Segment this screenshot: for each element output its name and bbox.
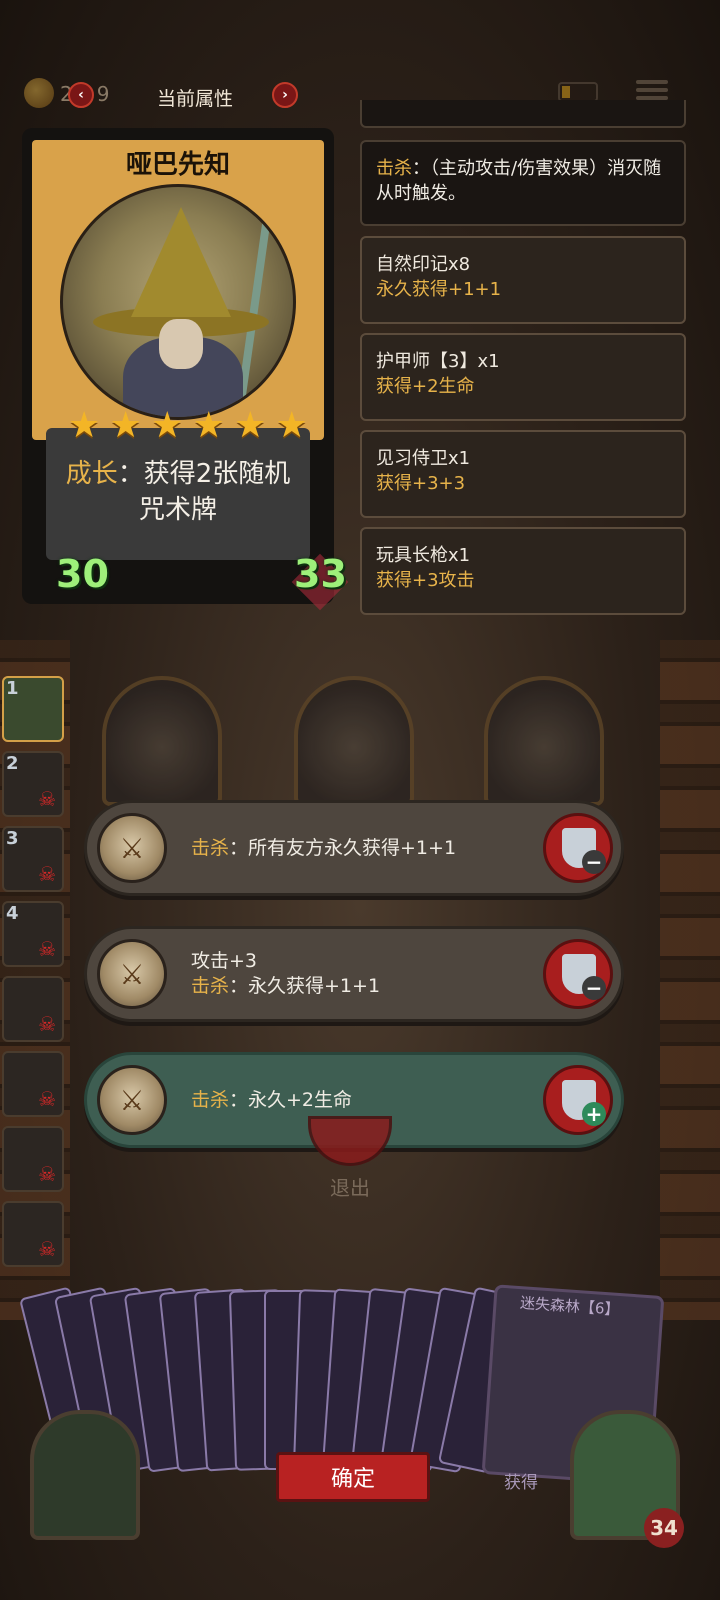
wizard-hat-icon [131,207,231,317]
weapon-icon: ⚔ [119,957,145,991]
board-slot-enemy [102,676,222,806]
keyword-tooltip: 击杀：（主动攻击/伤害效果）消灭随从时触发。 [360,140,686,226]
effect-value: 永久获得+1+1 [376,279,502,300]
effect-entry[interactable]: 玩具长枪x1 获得+3攻击 [360,527,686,615]
lineup-slot[interactable]: 3 ☠ [2,826,64,892]
star-icon: ★ [192,405,225,446]
lineup-slot[interactable]: ☠ [2,1126,64,1192]
weapon-icon: ⚔ [119,1083,145,1117]
weapon-icon: ⚔ [119,831,145,865]
skull-icon: ☠ [38,937,56,961]
buff-item-icon: ⚔ [97,939,167,1009]
buff-keyword: 击杀 [191,836,230,859]
star-rating: ★ ★ ★ ★ ★ ★ [68,408,308,444]
star-icon: ★ [68,405,101,446]
star-icon: ★ [275,405,308,446]
minus-icon: − [582,976,606,1000]
hero-health: 34 [644,1508,684,1548]
star-icon: ★ [234,405,267,446]
remove-shield-button[interactable]: − [543,813,613,883]
buff-effect: ：永久获得+1+1 [229,975,381,997]
lineup-number: 1 [6,678,19,699]
remove-shield-button[interactable]: − [543,939,613,1009]
lineup-slot[interactable]: ☠ [2,1051,64,1117]
lineup-number: 3 [6,828,19,849]
lineup-slot[interactable]: ☠ [2,976,64,1042]
featured-card-snippet: 获得 [504,1473,538,1493]
buff-row[interactable]: ⚔ 击杀：所有友方永久获得+1+1 − [84,800,624,896]
buff-keyword: 击杀 [191,975,230,997]
lineup-slot[interactable]: 4 ☠ [2,901,64,967]
effect-name: 护甲师【3】x1 [376,351,500,372]
effect-entry[interactable]: 见习侍卫x1 获得+3+3 [360,430,686,518]
lineup-number: 4 [6,903,19,924]
skull-icon: ☠ [38,1237,56,1261]
effect-entry[interactable]: 自然印记x8 永久获得+1+1 [360,236,686,324]
battery-icon [558,82,598,102]
effect-name: 玩具长枪x1 [376,545,471,566]
minus-icon: − [582,850,606,874]
skull-icon: ☠ [38,787,56,811]
page-title: 当前属性 [156,88,233,110]
chevron-left-icon[interactable]: ‹ [68,82,94,108]
buff-keyword: 击杀 [191,1088,230,1111]
buff-effect: 攻击+3 [191,950,258,972]
board-slot-prophet [294,676,414,806]
exit-label: 退出 [330,1176,370,1200]
scroll-panel-edge [360,100,686,128]
unit-portrait [60,184,296,420]
buff-text: 攻击+3 击杀：永久获得+1+1 [191,929,380,1019]
plus-icon: + [582,1102,606,1126]
star-icon: ★ [109,405,142,446]
card-name: 哑巴先知 [125,150,230,180]
health-value: 33 [294,552,347,596]
card-description: 成长：获得2张随机咒术牌 [65,459,291,525]
bookshelf-right [660,640,720,1320]
buff-effect: ：所有友方永久获得+1+1 [229,836,457,859]
skull-icon: ☠ [38,1162,56,1186]
skull-icon: ☠ [38,1012,56,1036]
attack-value: 30 [56,552,109,596]
lineup-slot[interactable]: 1 [2,676,64,742]
lineup-slot[interactable]: 2 ☠ [2,751,64,817]
effect-value: 获得+2生命 [376,376,475,397]
star-icon: ★ [151,405,184,446]
effect-name: 见习侍卫x1 [376,448,471,469]
skull-icon: ☠ [38,1087,56,1111]
board-slot-prophet [484,676,604,806]
unit-card: 哑巴先知 ★ ★ ★ ★ ★ ★ 成长：获得2张随机咒术牌 30 33 [22,128,349,611]
buff-text: 击杀：所有友方永久获得+1+1 [191,803,456,893]
buff-effect: ：永久+2生命 [229,1088,353,1111]
effect-name: 自然印记x8 [376,254,471,275]
skull-icon: ☠ [38,862,56,886]
coin-icon [24,78,54,108]
effect-value: 获得+3攻击 [376,570,475,591]
hero-portrait-left [30,1410,140,1540]
effect-entry[interactable]: 护甲师【3】x1 获得+2生命 [360,333,686,421]
buff-item-icon: ⚔ [97,813,167,883]
effect-value: 获得+3+3 [376,473,466,494]
lineup-number: 2 [6,753,19,774]
buff-row[interactable]: ⚔ 攻击+3 击杀：永久获得+1+1 − [84,926,624,1022]
buff-item-icon: ⚔ [97,1065,167,1135]
mask-face [159,319,203,369]
add-shield-button[interactable]: + [543,1065,613,1135]
chevron-right-icon[interactable]: › [272,82,298,108]
lineup-slot[interactable]: ☠ [2,1201,64,1267]
confirm-button[interactable]: 确定 [276,1452,430,1502]
